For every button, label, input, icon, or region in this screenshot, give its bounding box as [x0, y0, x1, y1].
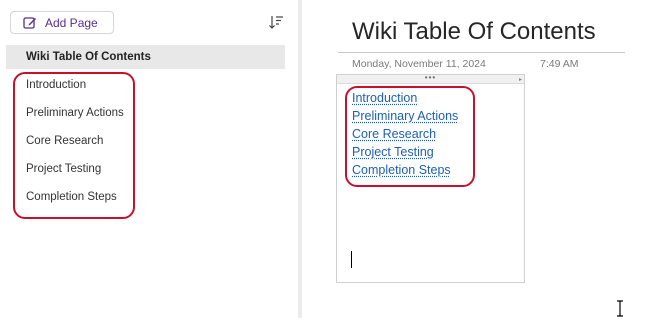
page-title[interactable]: Wiki Table Of Contents — [352, 18, 596, 46]
highlight-outline-pages — [13, 72, 135, 219]
highlight-outline-links — [345, 86, 475, 187]
page-item-label: Wiki Table Of Contents — [26, 51, 151, 63]
page-item-wiki-table-of-contents[interactable]: Wiki Table Of Contents — [6, 45, 285, 69]
pane-divider[interactable] — [298, 0, 302, 318]
outline-expand-icon[interactable]: ▸ — [519, 76, 522, 83]
add-page-button[interactable]: Add Page — [10, 11, 114, 34]
sort-descending-icon[interactable] — [268, 14, 284, 30]
page-list-pane: Add Page Wiki Table Of Contents Introduc… — [0, 0, 298, 318]
edit-page-icon — [23, 16, 37, 30]
title-underline — [338, 52, 625, 53]
page-time: 7:49 AM — [540, 58, 579, 70]
text-cursor — [351, 251, 352, 268]
add-page-label: Add Page — [45, 15, 98, 30]
mouse-ibeam-cursor-icon — [615, 300, 625, 317]
outline-move-handle[interactable]: ••• — [337, 74, 524, 84]
page-date: Monday, November 11, 2024 — [352, 58, 486, 70]
